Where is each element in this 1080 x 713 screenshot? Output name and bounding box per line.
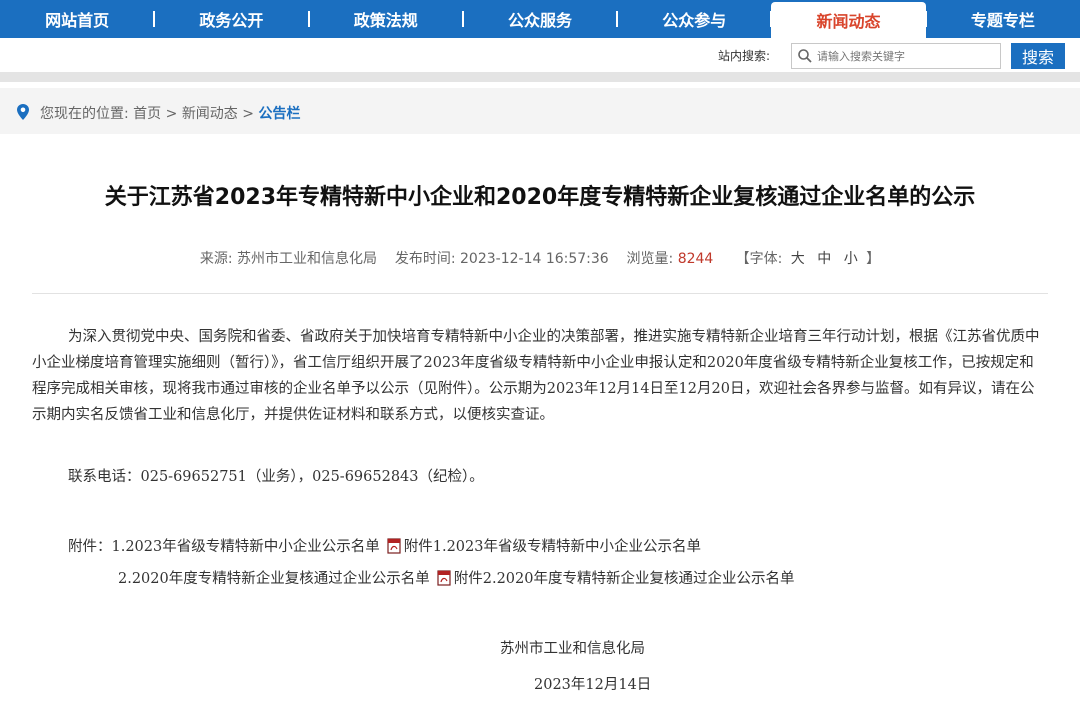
attachment-link[interactable]: 附件2.2020年度专精特新企业复核通过企业公示名单: [454, 571, 795, 587]
source-label: 来源:: [199, 251, 233, 267]
breadcrumb-current[interactable]: 公告栏: [258, 106, 300, 122]
breadcrumb-home[interactable]: 首页: [133, 106, 161, 122]
font-size-medium-button[interactable]: 中: [817, 251, 831, 267]
source-value: 苏州市工业和信息化局: [237, 251, 378, 267]
attachments-label: 附件：: [68, 539, 112, 555]
breadcrumb-separator: >: [242, 106, 254, 122]
font-size-label: 【字体:: [735, 251, 783, 267]
article-title: 关于江苏省2023年专精特新中小企业和2020年度专精特新企业复核通过企业名单的…: [104, 185, 976, 210]
search-button[interactable]: 搜索: [1011, 43, 1065, 69]
meta-divider: [32, 293, 1048, 294]
font-size-small-button[interactable]: 小: [844, 251, 858, 267]
article-meta: 来源: 苏州市工业和信息化局 发布时间: 2023-12-14 16:57:36…: [0, 248, 1080, 268]
top-nav: 网站首页 政务公开 政策法规 公众服务 公众参与 新闻动态 专题专栏: [0, 0, 1080, 38]
attachment-row: 附件：1.2023年省级专精特新中小企业公示名单 附件1.2023年省级专精特新…: [68, 534, 701, 560]
article-body: 为深入贯彻党中央、国务院和省委、省政府关于加快培育专精特新中小企业的决策部署，推…: [32, 324, 1048, 693]
nav-item-home[interactable]: 网站首页: [0, 0, 154, 38]
signature-date: 2023年12月14日: [534, 677, 652, 693]
nav-item-special-topics[interactable]: 专题专栏: [926, 0, 1080, 38]
attachment-link[interactable]: 附件1.2023年省级专精特新中小企业公示名单: [404, 539, 701, 555]
article-paragraph: 为深入贯彻党中央、国务院和省委、省政府关于加快培育专精特新中小企业的决策部署，推…: [32, 329, 1040, 423]
font-size-large-button[interactable]: 大: [791, 251, 805, 267]
header-divider-band: [0, 72, 1080, 82]
signature-organization: 苏州市工业和信息化局: [500, 641, 645, 657]
search-input[interactable]: [814, 49, 1000, 63]
nav-item-news[interactable]: 新闻动态: [771, 2, 926, 38]
contact-phone: 联系电话：025-69652751（业务），025-69652843（纪检）。: [68, 469, 484, 485]
breadcrumb-separator: >: [165, 106, 178, 122]
nav-item-policy[interactable]: 政策法规: [309, 0, 463, 38]
search-label: 站内搜索:: [718, 49, 771, 63]
attachment-row: 2.2020年度专精特新企业复核通过企业公示名单 附件2.2020年度专精特新企…: [118, 566, 794, 592]
location-pin-icon: [17, 104, 29, 120]
breadcrumb-prefix: 您现在的位置:: [40, 106, 129, 122]
publish-time-value: 2023-12-14 16:57:36: [460, 251, 609, 267]
nav-item-gov-affairs[interactable]: 政务公开: [154, 0, 308, 38]
attachment-text: 1.2023年省级专精特新中小企业公示名单: [111, 539, 380, 555]
search-bar: 站内搜索: 搜索: [0, 38, 1080, 72]
search-icon: [798, 49, 812, 63]
search-box[interactable]: [791, 43, 1001, 69]
publish-time-label: 发布时间:: [394, 251, 456, 267]
breadcrumb-news[interactable]: 新闻动态: [182, 106, 238, 122]
nav-item-participation[interactable]: 公众参与: [617, 0, 771, 38]
views-label: 浏览量:: [626, 251, 674, 267]
pdf-file-icon: [387, 538, 401, 554]
font-size-label-close: 】: [866, 251, 881, 267]
breadcrumb: 您现在的位置: 首页 > 新闻动态 > 公告栏: [40, 103, 300, 123]
nav-item-public-service[interactable]: 公众服务: [463, 0, 617, 38]
pdf-file-icon: [437, 570, 451, 586]
views-count: 8244: [677, 251, 714, 267]
attachment-text: 2.2020年度专精特新企业复核通过企业公示名单: [118, 571, 430, 587]
